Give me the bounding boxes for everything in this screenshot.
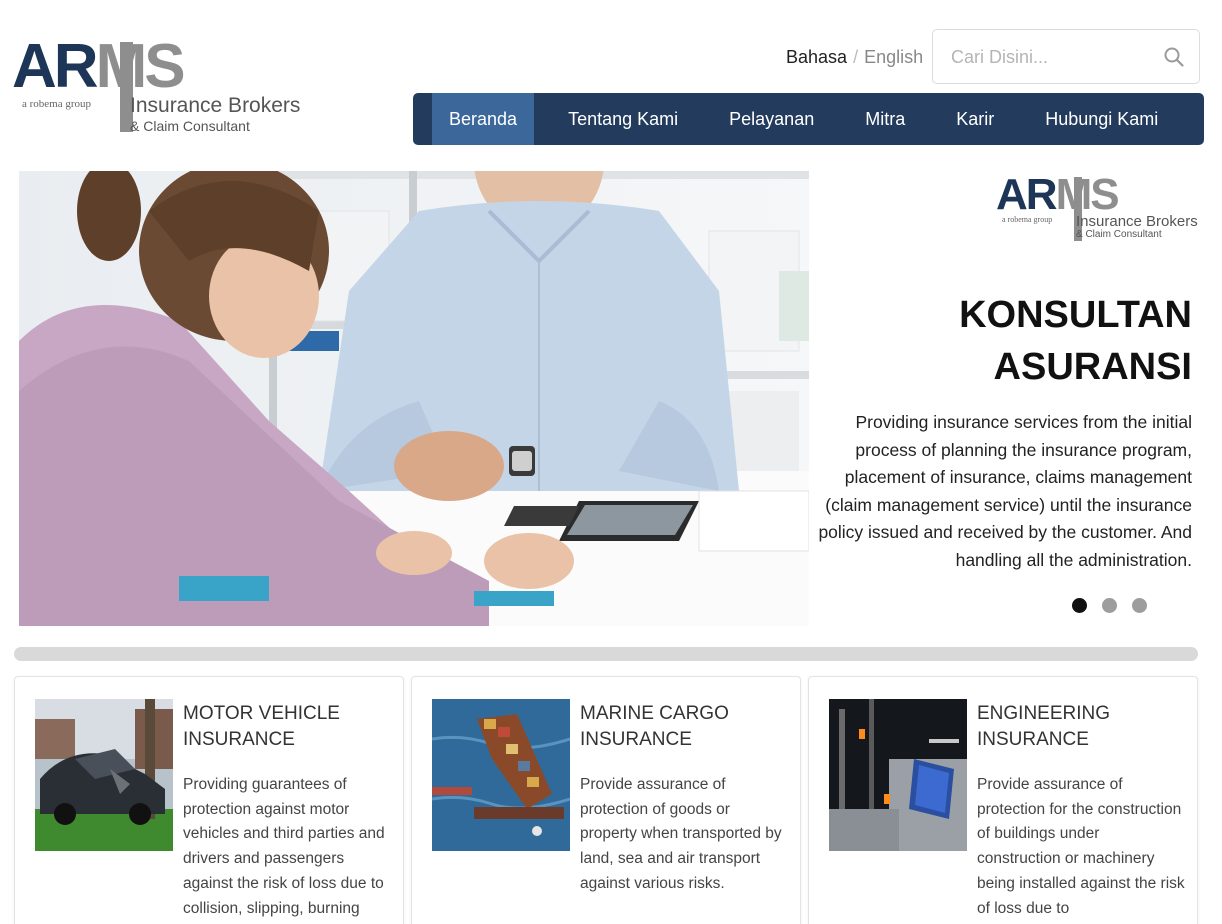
- search-icon[interactable]: [1163, 46, 1185, 68]
- lang-bahasa[interactable]: Bahasa: [786, 47, 847, 67]
- logo-group-tagline: a robema group: [22, 98, 92, 110]
- slider-pagination: [1072, 598, 1147, 613]
- crashed-car-photo: [35, 699, 173, 851]
- site-logo[interactable]: ARMS a robema group Insurance Brokers & …: [12, 36, 302, 136]
- lang-english[interactable]: English: [864, 47, 923, 67]
- hero-photo: [19, 171, 809, 626]
- hero-logo-line-2: & Claim Consultant: [1076, 229, 1162, 240]
- hero-logo-line-1: Insurance Brokers: [1076, 213, 1198, 230]
- service-card-engineering[interactable]: ENGINEERING INSURANCE Provide assurance …: [808, 676, 1198, 924]
- logo-wordmark: ARMS: [12, 36, 186, 98]
- logo-line-2: & Claim Consultant: [130, 118, 250, 134]
- service-title[interactable]: MOTOR VEHICLE INSURANCE: [183, 701, 393, 753]
- slider-dot-3[interactable]: [1132, 598, 1147, 613]
- logo-text-ar: AR: [12, 32, 99, 101]
- hero-title-line-1: KONSULTAN: [959, 294, 1192, 336]
- hero-logo: ARMS a robema group Insurance Brokers & …: [996, 170, 1198, 243]
- nav-item-hubungi-kami[interactable]: Hubungi Kami: [1028, 93, 1175, 145]
- hero-title: KONSULTAN ASURANSI: [959, 289, 1192, 393]
- hero-logo-text-ms: MS: [1055, 170, 1120, 219]
- construction-site-photo: [829, 699, 967, 851]
- nav-item-karir[interactable]: Karir: [939, 93, 1011, 145]
- slider-dot-1[interactable]: [1072, 598, 1087, 613]
- search-input[interactable]: [951, 44, 1151, 70]
- hero-logo-text-ar: AR: [996, 170, 1058, 219]
- nav-item-mitra[interactable]: Mitra: [848, 93, 922, 145]
- hero-logo-wordmark: ARMS: [996, 170, 1120, 219]
- language-switcher: Bahasa / English: [786, 47, 923, 68]
- service-description: Providing guarantees of protection again…: [183, 776, 385, 917]
- service-title[interactable]: ENGINEERING INSURANCE: [977, 701, 1187, 753]
- service-description: Provide assurance of protection for the …: [977, 776, 1185, 917]
- logo-text-ms: MS: [95, 32, 186, 101]
- service-title[interactable]: MARINE CARGO INSURANCE: [580, 701, 790, 753]
- nav-item-tentang-kami[interactable]: Tentang Kami: [551, 93, 695, 145]
- hero-description: Providing insurance services from the in…: [818, 412, 1192, 570]
- nav-item-beranda[interactable]: Beranda: [432, 93, 535, 145]
- slider-dot-2[interactable]: [1102, 598, 1117, 613]
- hero-title-line-2: ASURANSI: [993, 346, 1192, 388]
- section-divider-bar: [14, 647, 1198, 661]
- service-description: Provide assurance of protection of goods…: [580, 776, 782, 892]
- cargo-ship-photo: [432, 699, 570, 851]
- service-card-marine-cargo[interactable]: MARINE CARGO INSURANCE Provide assurance…: [411, 676, 801, 924]
- hero-logo-group: a robema group: [1002, 215, 1053, 224]
- nav-item-pelayanan[interactable]: Pelayanan: [712, 93, 831, 145]
- main-nav: Beranda Tentang Kami Pelayanan Mitra Kar…: [413, 93, 1204, 145]
- service-card-motor-vehicle[interactable]: MOTOR VEHICLE INSURANCE Providing guaran…: [14, 676, 404, 924]
- hero-slide-content: ARMS a robema group Insurance Brokers & …: [810, 171, 1202, 626]
- search-box: [932, 29, 1200, 84]
- lang-separator: /: [853, 47, 859, 67]
- logo-line-1: Insurance Brokers: [130, 94, 301, 117]
